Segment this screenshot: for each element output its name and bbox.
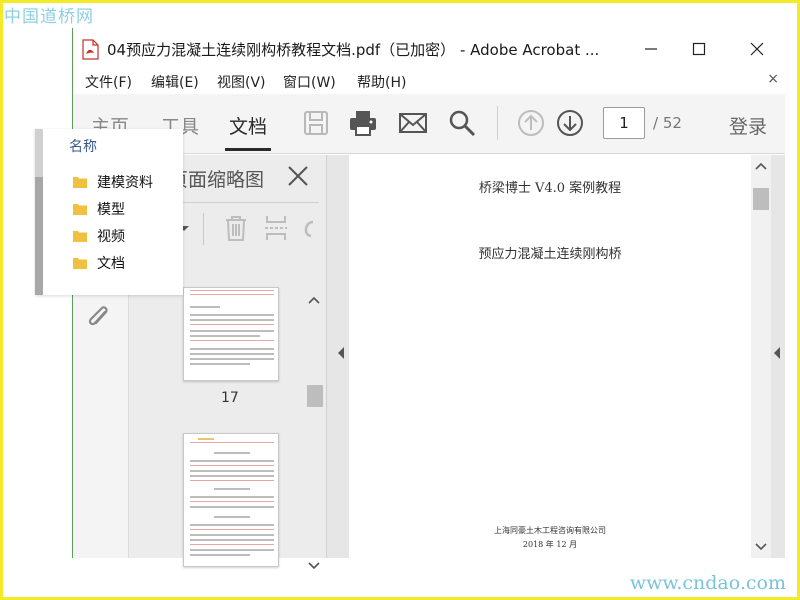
folder-label: 建模资料 xyxy=(97,175,153,191)
explorer-column-header[interactable]: 名称 xyxy=(69,136,97,156)
scroll-down-icon[interactable] xyxy=(751,536,771,556)
active-tab-indicator xyxy=(225,148,271,151)
menu-edit[interactable]: 编辑(E) xyxy=(151,72,199,92)
pdf-file-icon xyxy=(82,39,99,60)
minimize-icon xyxy=(645,48,657,50)
collapse-right-panel-icon[interactable] xyxy=(772,346,782,360)
thumbnails-scrollbar[interactable] xyxy=(305,291,323,575)
folder-icon xyxy=(73,231,87,242)
document-page: 桥梁博士 V4.0 案例教程 预应力混凝土连续刚构桥 上海同豪土木工程咨询有限公… xyxy=(349,155,751,558)
page-thumbnail[interactable] xyxy=(183,433,279,567)
folder-item[interactable]: 模型 xyxy=(73,198,125,220)
toolbar-separator xyxy=(497,106,498,140)
document-scrollbar[interactable] xyxy=(751,155,771,558)
title-bar: 04预应力混凝土连续刚构桥教程文档.pdf（已加密） - Adobe Acrob… xyxy=(73,28,785,68)
folder-icon xyxy=(73,177,87,188)
file-explorer-popup: 名称 建模资料 模型 视频 文档 xyxy=(35,129,183,295)
thumbnails-panel-title: 页面缩略图 xyxy=(169,169,265,191)
scroll-up-icon[interactable] xyxy=(751,157,771,177)
document-subtitle: 预应力混凝土连续刚构桥 xyxy=(478,247,622,262)
menu-bar: 文件(F) 编辑(E) 视图(V) 窗口(W) 帮助(H) × xyxy=(73,68,785,94)
arrow-down-circle-icon[interactable] xyxy=(555,108,585,138)
watermark-top: 中国道桥网 xyxy=(4,7,94,27)
close-panel-icon[interactable] xyxy=(285,163,311,189)
explorer-side-strip-mark xyxy=(35,177,43,295)
folder-item[interactable]: 视频 xyxy=(73,225,125,247)
folder-item[interactable]: 建模资料 xyxy=(73,171,153,193)
page-thumbnail-label: 17 xyxy=(221,390,239,406)
folder-icon xyxy=(73,204,87,215)
email-icon[interactable] xyxy=(398,108,428,138)
maximize-button[interactable] xyxy=(677,36,721,62)
page-thumbnail[interactable] xyxy=(183,287,279,381)
page-total: / 52 xyxy=(653,114,682,132)
document-title: 桥梁博士 V4.0 案例教程 xyxy=(478,181,622,196)
folder-label: 模型 xyxy=(97,202,125,218)
folder-label: 文档 xyxy=(97,256,125,272)
document-company: 上海同豪土木工程咨询有限公司 xyxy=(494,526,606,535)
login-button[interactable]: 登录 xyxy=(729,112,767,139)
page-number-input[interactable]: 1 xyxy=(603,107,645,139)
minimize-button[interactable] xyxy=(629,36,673,62)
menu-window[interactable]: 窗口(W) xyxy=(283,72,336,92)
watermark-bottom: www.cndao.com xyxy=(629,572,786,594)
document-close-button[interactable]: × xyxy=(767,71,779,87)
close-icon xyxy=(750,42,764,56)
collapse-left-panel-icon[interactable] xyxy=(336,346,346,360)
close-button[interactable] xyxy=(735,36,779,62)
print-icon[interactable] xyxy=(348,108,378,138)
folder-icon xyxy=(73,258,87,269)
save-icon[interactable] xyxy=(301,108,331,138)
thumbnails-scroll-thumb[interactable] xyxy=(307,385,323,407)
tab-document[interactable]: 文档 xyxy=(229,112,267,139)
trash-icon[interactable] xyxy=(222,213,250,243)
arrow-up-circle-icon[interactable] xyxy=(516,108,546,138)
folder-item[interactable]: 文档 xyxy=(73,252,125,274)
rotate-icon[interactable] xyxy=(299,213,319,243)
folder-label: 视频 xyxy=(97,229,125,245)
panel-tool-separator xyxy=(203,213,204,245)
window-title: 04预应力混凝土连续刚构桥教程文档.pdf（已加密） - Adobe Acrob… xyxy=(107,41,600,59)
menu-view[interactable]: 视图(V) xyxy=(217,72,266,92)
document-date: 2018 年 12 月 xyxy=(522,540,578,549)
paperclip-icon[interactable] xyxy=(85,303,113,333)
search-icon[interactable] xyxy=(447,108,477,138)
document-scroll-thumb[interactable] xyxy=(753,188,769,210)
menu-help[interactable]: 帮助(H) xyxy=(357,72,406,92)
maximize-icon xyxy=(692,42,706,56)
insert-page-icon[interactable] xyxy=(262,213,290,243)
menu-file[interactable]: 文件(F) xyxy=(85,72,132,92)
